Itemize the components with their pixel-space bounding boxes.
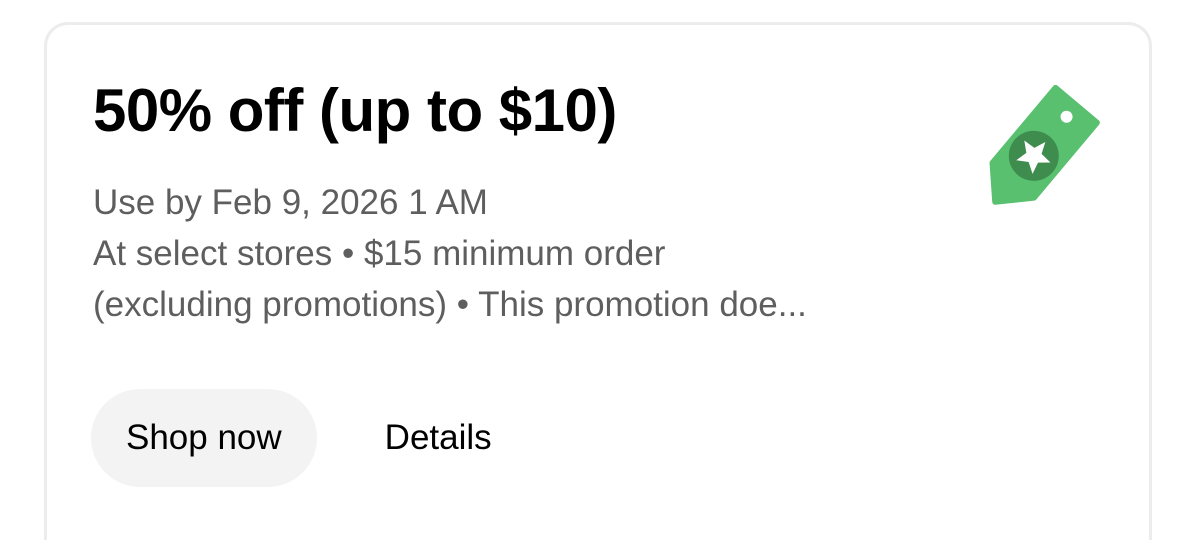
page: 50% off (up to $10) Use by Feb 9, 2026 1…	[0, 0, 1200, 540]
details-button[interactable]: Details	[351, 389, 526, 487]
promo-description: Use by Feb 9, 2026 1 AM At select stores…	[93, 177, 953, 330]
price-tag-star-icon	[989, 84, 1100, 205]
promo-actions: Shop now Details	[91, 389, 526, 487]
expiry-text: Use by Feb 9, 2026 1 AM	[93, 183, 488, 222]
terms-text: At select stores • $15 minimum order	[93, 234, 666, 273]
terms-text-continued: (excluding promotions) • This promotion …	[93, 285, 807, 324]
promo-title: 50% off (up to $10)	[93, 77, 617, 144]
promo-card: 50% off (up to $10) Use by Feb 9, 2026 1…	[44, 22, 1152, 540]
shop-now-button[interactable]: Shop now	[91, 389, 317, 487]
